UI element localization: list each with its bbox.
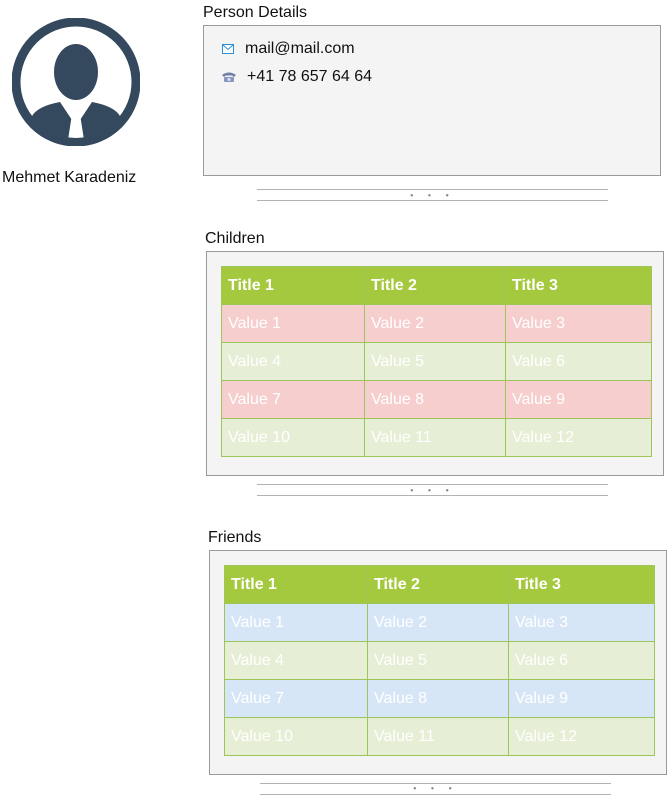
column-header[interactable]: Title 1 <box>224 565 368 604</box>
table-cell[interactable]: Value 8 <box>364 380 506 419</box>
drag-dots-icon: • • • <box>410 485 455 495</box>
table-row[interactable]: Value 4 Value 5 Value 6 <box>221 342 652 381</box>
table-row[interactable]: Value 10 Value 11 Value 12 <box>224 717 655 756</box>
table-cell[interactable]: Value 7 <box>224 679 368 718</box>
column-header[interactable]: Title 3 <box>505 266 652 305</box>
table-cell[interactable]: Value 2 <box>364 304 506 343</box>
friends-table: Title 1 Title 2 Title 3 Value 1 Value 2 … <box>224 565 655 756</box>
table-cell[interactable]: Value 7 <box>221 380 365 419</box>
table-header-row: Title 1 Title 2 Title 3 <box>221 266 652 305</box>
email-row: mail@mail.com <box>221 40 355 58</box>
person-name: Mehmet Karadeniz <box>2 169 137 186</box>
column-header[interactable]: Title 2 <box>367 565 509 604</box>
table-cell[interactable]: Value 9 <box>505 380 652 419</box>
table-cell[interactable]: Value 5 <box>367 641 509 680</box>
table-cell[interactable]: Value 1 <box>224 603 368 642</box>
table-row[interactable]: Value 4 Value 5 Value 6 <box>224 641 655 680</box>
email-value[interactable]: mail@mail.com <box>245 40 355 58</box>
children-table: Title 1 Title 2 Title 3 Value 1 Value 2 … <box>221 266 652 457</box>
table-row[interactable]: Value 10 Value 11 Value 12 <box>221 418 652 457</box>
table-cell[interactable]: Value 1 <box>221 304 365 343</box>
table-cell[interactable]: Value 10 <box>221 418 365 457</box>
friends-title: Friends <box>208 529 262 546</box>
table-cell[interactable]: Value 12 <box>505 418 652 457</box>
phone-row: +41 78 657 64 64 <box>221 68 372 86</box>
table-cell[interactable]: Value 6 <box>508 641 655 680</box>
table-header-row: Title 1 Title 2 Title 3 <box>224 565 655 604</box>
table-cell[interactable]: Value 9 <box>508 679 655 718</box>
table-cell[interactable]: Value 4 <box>221 342 365 381</box>
table-cell[interactable]: Value 8 <box>367 679 509 718</box>
children-title: Children <box>205 230 265 247</box>
table-cell[interactable]: Value 3 <box>505 304 652 343</box>
table-row[interactable]: Value 7 Value 8 Value 9 <box>221 380 652 419</box>
telephone-icon <box>221 70 237 84</box>
column-header[interactable]: Title 1 <box>221 266 365 305</box>
table-cell[interactable]: Value 5 <box>364 342 506 381</box>
children-panel: Title 1 Title 2 Title 3 Value 1 Value 2 … <box>206 251 664 476</box>
separator-handle[interactable]: • • • <box>257 189 608 202</box>
phone-value[interactable]: +41 78 657 64 64 <box>247 68 372 86</box>
drag-dots-icon: • • • <box>413 783 458 794</box>
person-details-title: Person Details <box>203 4 308 21</box>
table-row[interactable]: Value 7 Value 8 Value 9 <box>224 679 655 718</box>
table-row[interactable]: Value 1 Value 2 Value 3 <box>224 603 655 642</box>
separator-handle[interactable]: • • • <box>257 484 608 497</box>
drag-dots-icon: • • • <box>410 190 455 200</box>
table-cell[interactable]: Value 3 <box>508 603 655 642</box>
table-cell[interactable]: Value 6 <box>505 342 652 381</box>
person-details-panel: mail@mail.com +41 78 657 64 64 <box>203 25 661 176</box>
table-cell[interactable]: Value 11 <box>364 418 506 457</box>
user-avatar-icon <box>11 17 141 147</box>
table-cell[interactable]: Value 12 <box>508 717 655 756</box>
column-header[interactable]: Title 3 <box>508 565 655 604</box>
envelope-icon <box>221 42 235 56</box>
table-cell[interactable]: Value 2 <box>367 603 509 642</box>
table-row[interactable]: Value 1 Value 2 Value 3 <box>221 304 652 343</box>
avatar <box>11 17 141 147</box>
friends-panel: Title 1 Title 2 Title 3 Value 1 Value 2 … <box>209 550 667 775</box>
separator-handle[interactable]: • • • <box>260 783 611 795</box>
table-cell[interactable]: Value 10 <box>224 717 368 756</box>
table-cell[interactable]: Value 11 <box>367 717 509 756</box>
table-cell[interactable]: Value 4 <box>224 641 368 680</box>
column-header[interactable]: Title 2 <box>364 266 506 305</box>
